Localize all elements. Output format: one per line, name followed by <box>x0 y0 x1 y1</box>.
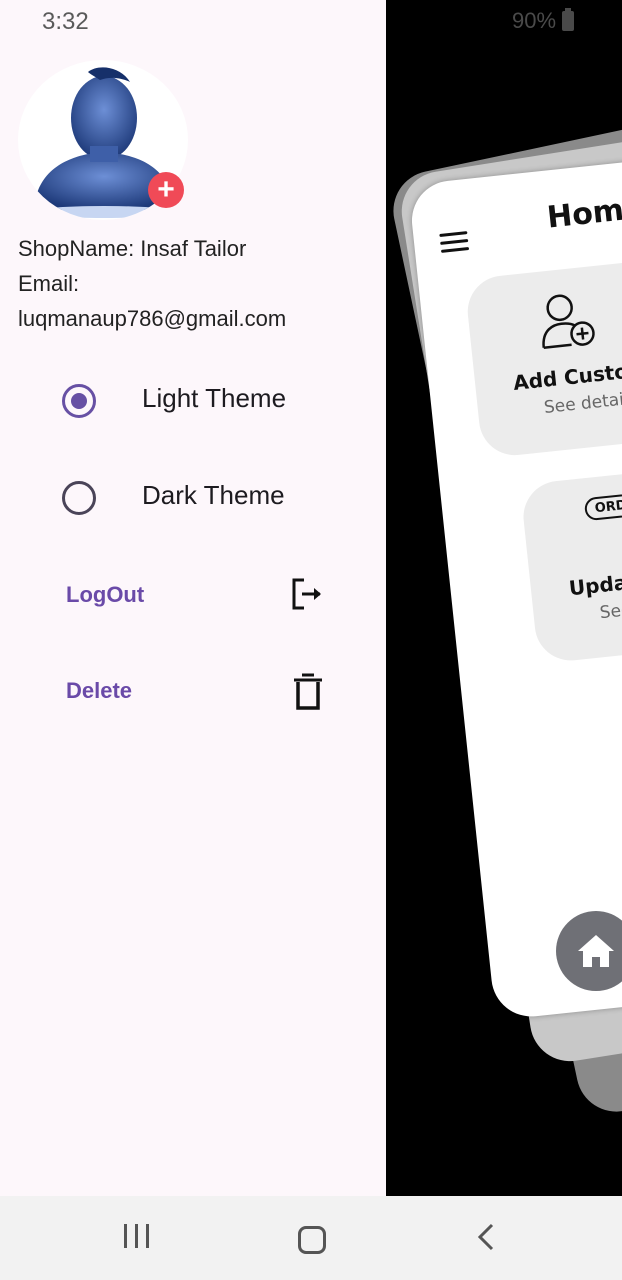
delete-label: Delete <box>66 678 133 703</box>
battery-icon <box>562 8 575 31</box>
status-bar-right: 90% <box>512 8 575 34</box>
home-title: Home <box>545 190 622 236</box>
light-theme-label: Light Theme <box>142 383 287 413</box>
add-user-icon <box>542 294 595 349</box>
shop-name: ShopName: Insaf Tailor <box>18 236 247 261</box>
order-badge: ORDER <box>583 490 622 522</box>
update-order-tile[interactable]: ORDER ⇱ Update Ord See deta <box>519 457 622 664</box>
system-navigation-bar <box>0 1196 622 1280</box>
dark-theme-radio[interactable] <box>62 481 96 515</box>
status-time: 3:32 <box>42 8 89 35</box>
email-label: Email: <box>18 271 80 296</box>
tile-title: Add Customer <box>512 354 622 396</box>
avatar-add-icon[interactable]: + <box>148 172 184 208</box>
back-button[interactable] <box>476 1222 496 1252</box>
light-theme-option[interactable]: Light Theme <box>62 383 286 418</box>
logout-label: LogOut <box>66 582 145 607</box>
app-preview[interactable]: Home Add Customer See details ORDER ⇱ Up… <box>386 0 622 1196</box>
logout-icon[interactable] <box>290 576 326 612</box>
tile-subtitle: See details <box>543 388 622 418</box>
hamburger-icon[interactable] <box>439 231 470 254</box>
tile-title: Update Ord <box>567 563 622 601</box>
email-value: luqmanaup786@gmail.com <box>18 306 287 331</box>
home-screen-card[interactable]: Home Add Customer See details ORDER ⇱ Up… <box>408 141 622 1021</box>
trash-icon[interactable] <box>290 672 326 712</box>
dark-theme-option[interactable]: Dark Theme <box>62 480 285 515</box>
home-icon <box>556 911 622 991</box>
battery-percentage: 90% <box>512 8 557 33</box>
logout-button[interactable]: LogOut <box>66 576 326 616</box>
tile-subtitle: See deta <box>598 595 622 624</box>
recents-button[interactable] <box>124 1224 149 1248</box>
delete-button[interactable]: Delete <box>66 672 326 712</box>
home-button[interactable] <box>298 1226 326 1254</box>
add-customer-tile[interactable]: Add Customer See details <box>464 252 622 459</box>
navigation-drawer: 3:32 + ShopName: Insaf Tailor Email: luq… <box>0 0 386 1196</box>
light-theme-radio[interactable] <box>62 384 96 418</box>
dark-theme-label: Dark Theme <box>142 480 285 510</box>
